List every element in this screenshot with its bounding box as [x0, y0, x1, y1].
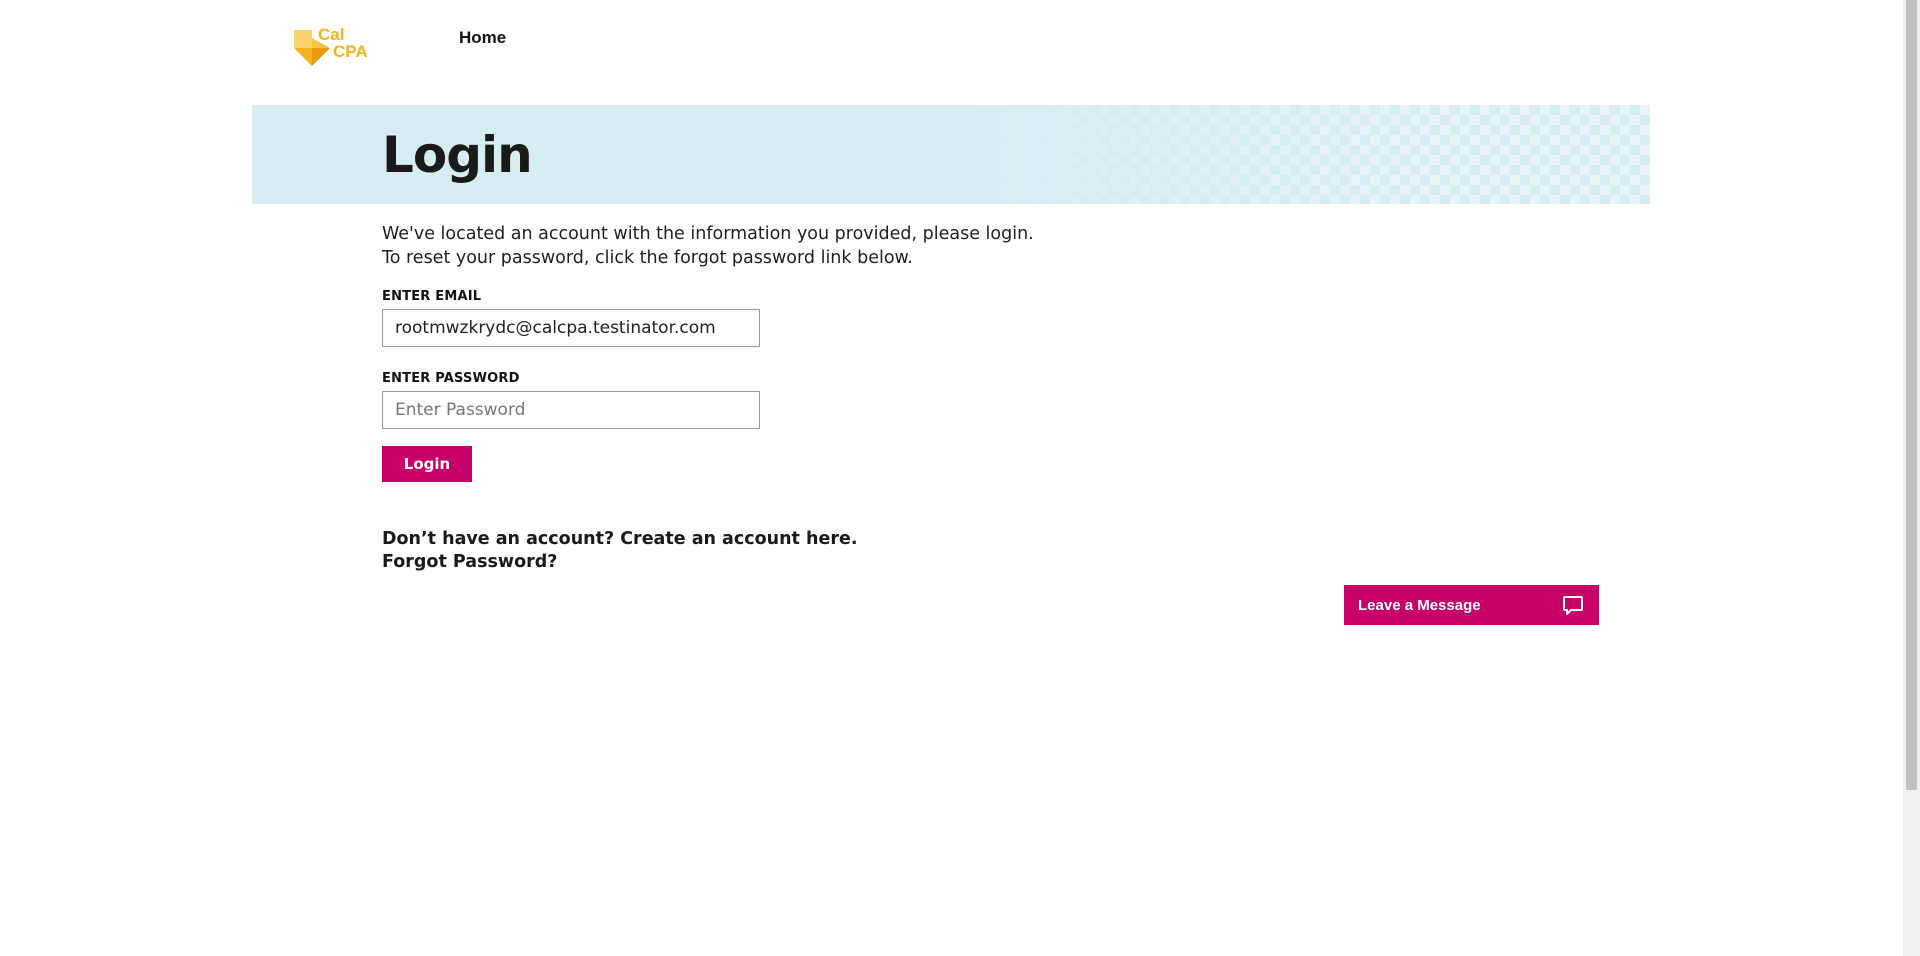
email-label: ENTER EMAIL — [382, 289, 482, 304]
page-banner: Login — [252, 105, 1650, 204]
logo[interactable]: Cal CPA — [292, 26, 374, 68]
password-field[interactable] — [382, 391, 760, 429]
chat-bubble-icon — [1563, 596, 1583, 615]
page-title: Login — [382, 126, 533, 184]
nav-home-link[interactable]: Home — [459, 28, 506, 48]
leave-message-label: Leave a Message — [1358, 596, 1481, 614]
banner-pattern — [950, 105, 1650, 204]
page: Cal CPA Home Login We've located an acco… — [0, 0, 1920, 956]
password-label: ENTER PASSWORD — [382, 371, 520, 386]
vertical-scrollbar[interactable] — [1903, 0, 1920, 956]
login-button[interactable]: Login — [382, 446, 472, 482]
logo-line-2: CPA — [333, 42, 368, 61]
forgot-password-link[interactable]: Forgot Password? — [382, 552, 557, 572]
scrollbar-thumb[interactable] — [1906, 0, 1917, 790]
email-field[interactable] — [382, 309, 760, 347]
intro-text: We've located an account with the inform… — [382, 224, 1034, 268]
logo-text: Cal CPA — [318, 26, 368, 60]
leave-message-button[interactable]: Leave a Message — [1344, 585, 1599, 625]
create-account-link[interactable]: Don’t have an account? Create an account… — [382, 529, 857, 549]
